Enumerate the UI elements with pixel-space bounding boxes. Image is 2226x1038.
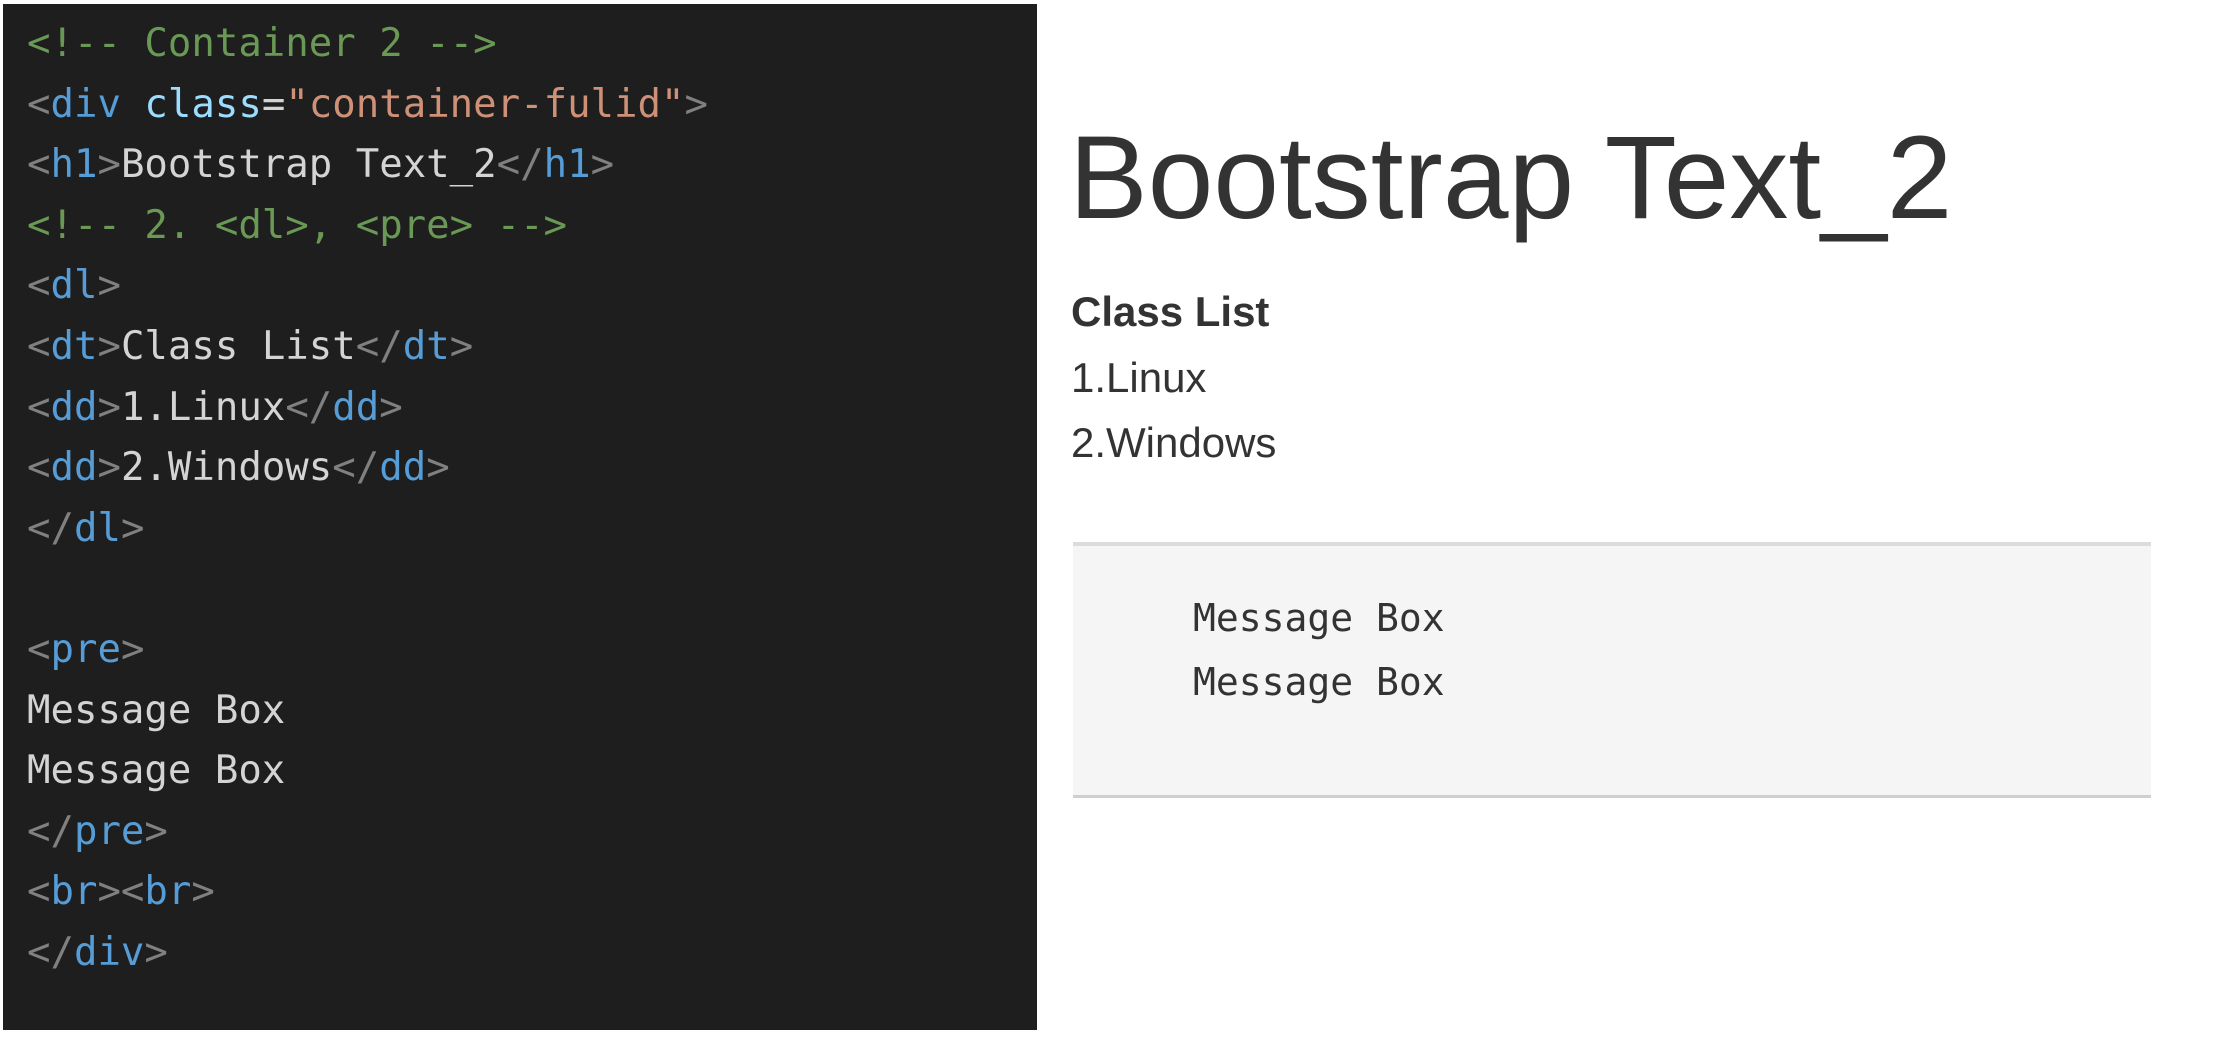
code-line: <div class="container-fulid"> — [27, 75, 708, 135]
code-token: div — [50, 81, 121, 127]
code-token: <!-- 2. <dl>, <pre> --> — [27, 202, 568, 248]
code-token: >< — [97, 869, 145, 915]
code-token: </ — [355, 324, 403, 369]
code-token: </ — [496, 142, 544, 188]
code-token: > — [120, 505, 145, 551]
code-token: < — [27, 384, 51, 430]
code-line: <!-- Container 2 --> — [27, 14, 497, 74]
code-token: > — [684, 81, 708, 127]
code-line: <h1>Bootstrap Text_2</h1> — [27, 135, 614, 195]
code-token: h1 — [50, 142, 98, 188]
code-token: < — [27, 869, 51, 915]
code-line: Message Box — [27, 681, 285, 741]
code-token: > — [97, 384, 121, 430]
code-token: < — [27, 627, 51, 672]
code-line: <pre> — [27, 620, 144, 680]
code-token: < — [27, 445, 51, 491]
code-line: <!-- 2. <dl>, <pre> --> — [27, 196, 567, 256]
code-token: Message Box — [27, 748, 286, 794]
code-token: dd — [50, 384, 98, 430]
code-token: h1 — [543, 142, 591, 188]
pre-message-box: Message Box Message Box — [1073, 542, 2151, 798]
definition-item: 2.Windows — [1071, 419, 1277, 466]
code-line: <dd>1.Linux</dd> — [27, 378, 403, 438]
code-token: <!-- Container 2 --> — [27, 21, 497, 66]
code-token: > — [120, 627, 145, 672]
code-token: pre — [73, 808, 145, 854]
code-token: > — [379, 384, 403, 430]
code-token: "container-fulid" — [285, 81, 685, 127]
code-token: dt — [402, 324, 450, 369]
definition-item: 1.Linux — [1071, 354, 1207, 401]
code-line: </pre> — [27, 802, 168, 862]
code-token: </ — [285, 384, 333, 430]
code-token: < — [27, 263, 51, 309]
code-token: </ — [27, 505, 74, 551]
definition-term: Class List — [1071, 288, 1270, 335]
code-token: < — [27, 142, 51, 188]
code-token: dd — [50, 445, 98, 491]
code-token: > — [97, 263, 121, 309]
pre-line: Message Box — [1193, 596, 1445, 640]
code-token: dl — [73, 505, 121, 551]
code-token: > — [97, 324, 121, 369]
code-line: <br><br> — [27, 862, 215, 922]
code-line: <dl> — [27, 256, 121, 316]
code-token: > — [144, 808, 168, 854]
code-token: > — [97, 445, 121, 491]
code-token: > — [426, 445, 450, 491]
code-token: div — [73, 930, 145, 975]
code-token: </ — [27, 808, 74, 854]
rendered-preview: Bootstrap Text_2 Class List 1.Linux 2.Wi… — [1037, 0, 2226, 1038]
code-token: class — [144, 81, 262, 127]
code-token: </ — [332, 445, 380, 491]
code-token: dd — [332, 384, 380, 430]
code-token: 2.Windows — [120, 445, 333, 491]
code-line: Message Box — [27, 741, 285, 801]
code-line: </dl> — [27, 499, 144, 559]
code-token: 1.Linux — [120, 384, 286, 430]
code-token: > — [97, 142, 121, 188]
page-heading: Bootstrap Text_2 — [1069, 112, 1953, 244]
code-token: br — [144, 869, 192, 915]
code-token: = — [261, 81, 286, 127]
code-token: > — [144, 930, 168, 975]
code-token: < — [27, 324, 51, 369]
code-token: Message Box — [27, 687, 286, 733]
code-token: pre — [50, 627, 121, 672]
code-token: Class List — [120, 324, 356, 369]
code-token: dt — [50, 324, 98, 369]
code-token: < — [27, 81, 51, 127]
code-token: </ — [27, 930, 74, 975]
code-token: dd — [379, 445, 427, 491]
code-line: <dt>Class List</dt> — [27, 317, 473, 377]
code-token: Bootstrap Text_2 — [120, 142, 497, 188]
code-line: </div> — [27, 923, 168, 983]
pre-line: Message Box — [1193, 660, 1445, 704]
code-token: > — [590, 142, 615, 188]
code-token: dl — [50, 263, 98, 309]
code-line: <dd>2.Windows</dd> — [27, 438, 450, 498]
screenshot: <!-- Container 2 --> <div class="containe… — [0, 0, 2226, 1038]
code-token: > — [449, 324, 474, 369]
code-editor[interactable]: <!-- Container 2 --> <div class="containe… — [3, 4, 1037, 1030]
code-token: br — [50, 869, 98, 915]
code-token: > — [191, 869, 215, 915]
